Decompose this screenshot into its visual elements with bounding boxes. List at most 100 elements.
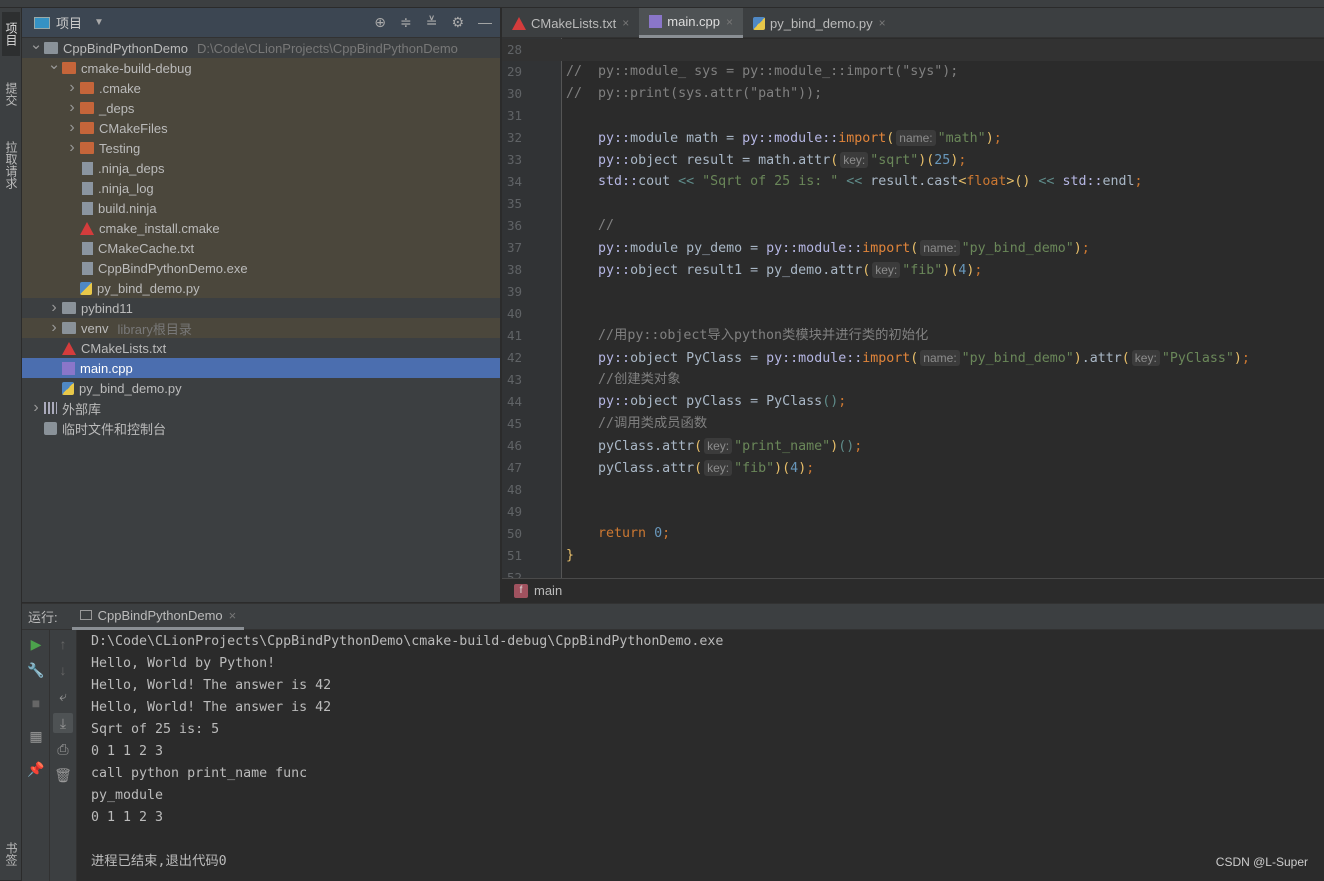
tree-item[interactable]: .ninja_deps (22, 158, 500, 178)
tree-item[interactable]: CMakeCache.txt (22, 238, 500, 258)
chevron-down-icon[interactable]: ⌄ (46, 55, 62, 73)
code-token: "fib" (734, 461, 775, 476)
code-text: py::object PyClass = py::module::import(… (566, 347, 1250, 370)
console-output[interactable]: D:\Code\CLionProjects\CppBindPythonDemo\… (91, 631, 723, 873)
chevron-right-icon[interactable]: › (46, 299, 62, 317)
console-line: Hello, World! The answer is 42 (91, 700, 332, 715)
tree-item[interactable]: › venv library根目录 (22, 318, 500, 338)
tree-item[interactable]: › .cmake (22, 78, 500, 98)
editor-tab[interactable]: CMakeLists.txt × (502, 8, 639, 38)
code-token: //创建类对象 (598, 372, 681, 387)
locate-icon[interactable]: ⊕ (374, 14, 386, 31)
code-token: << (678, 174, 695, 189)
rerun-icon[interactable]: ▶ (26, 634, 46, 654)
minimize-icon[interactable]: — (478, 14, 492, 31)
run-tab[interactable]: CppBindPythonDemo × (71, 604, 245, 630)
editor-tab[interactable]: main.cpp × (639, 8, 744, 38)
tree-item[interactable]: py_bind_demo.py (22, 278, 500, 298)
tree-item[interactable]: ⌄ cmake-build-debug (22, 55, 500, 78)
parameter-hint: key: (704, 460, 733, 476)
code-line: 40 (502, 303, 1324, 325)
line-number: 48 (506, 482, 522, 497)
trash-icon[interactable]: 🗑 (53, 765, 73, 785)
code-token: ) (1073, 241, 1082, 256)
code-token: object result = math.attr (630, 153, 831, 168)
tree-item[interactable]: ⌄ CppBindPythonDemo D:\Code\CLionProjects\… (22, 35, 500, 58)
tool-window-commit[interactable]: 提交 (2, 74, 20, 114)
scroll-to-end-icon[interactable]: ⤓ (53, 713, 73, 733)
tool-window-pull-requests[interactable]: 拉取请求 (2, 134, 20, 196)
chevron-right-icon[interactable]: › (28, 399, 44, 417)
chevron-right-icon[interactable]: › (46, 319, 62, 337)
tree-item-label: build.ninja (98, 200, 157, 216)
chevron-right-icon[interactable]: › (64, 99, 80, 117)
close-icon[interactable]: × (229, 608, 237, 623)
tree-item[interactable]: › _deps (22, 98, 500, 118)
line-number: 42 (506, 350, 522, 365)
code-editor[interactable]: 28 29 // py::module_ sys = py::module_::im… (502, 38, 1324, 578)
code-token: 25 (934, 153, 951, 168)
code-line: 34 std::cout << "Sqrt of 25 is: " << res… (502, 171, 1324, 193)
pin-icon[interactable]: 📌 (26, 759, 46, 779)
chevron-right-icon[interactable]: › (64, 79, 80, 97)
tree-item[interactable]: 临时文件和控制台 (22, 418, 500, 438)
layout-icon[interactable]: ▦ (26, 726, 46, 746)
arrow-down-icon[interactable]: ↓ (53, 660, 73, 680)
expand-all-icon[interactable]: ≑ (400, 14, 412, 31)
project-view-selector[interactable]: 项目 (56, 13, 82, 32)
tree-item[interactable]: › CMakeFiles (22, 118, 500, 138)
line-number: 37 (506, 240, 522, 255)
print-icon[interactable]: ⎙ (53, 739, 73, 759)
line-number: 31 (506, 108, 522, 123)
code-token: //用py::object导入python类模块并进行类的初始化 (598, 328, 929, 343)
collapse-all-icon[interactable]: ≚ (426, 14, 438, 31)
close-icon[interactable]: × (726, 15, 733, 29)
tree-item-label: cmake_install.cmake (99, 220, 220, 236)
chevron-right-icon[interactable]: › (64, 139, 80, 157)
close-icon[interactable]: × (879, 16, 886, 30)
tree-item[interactable]: › pybind11 (22, 298, 500, 318)
gear-icon[interactable]: ⚙ (451, 14, 464, 31)
code-token: py::module:: (742, 131, 839, 146)
wrench-icon[interactable]: 🔧 (26, 660, 46, 680)
console-toolbar: ↑ ↓ ⤶ ⤓ ⎙ 🗑 (50, 630, 77, 881)
code-token: )( (942, 263, 959, 278)
cpp-icon (649, 15, 663, 28)
tree-item[interactable]: › Testing (22, 138, 500, 158)
code-token: object result1 = py_demo.attr (630, 263, 863, 278)
chevron-down-icon[interactable]: ▼ (94, 17, 104, 28)
stop-icon[interactable]: ■ (26, 693, 46, 713)
close-icon[interactable]: × (622, 16, 629, 30)
tree-item[interactable]: build.ninja (22, 198, 500, 218)
arrow-up-icon[interactable]: ↑ (53, 634, 73, 654)
chevron-right-icon[interactable]: › (64, 119, 80, 137)
run-panel-header: 运行: CppBindPythonDemo × (22, 604, 1324, 630)
editor-breadcrumb[interactable]: f main (502, 578, 1324, 602)
tree-item[interactable]: CMakeLists.txt (22, 338, 500, 358)
tool-window-project[interactable]: 项目 (2, 12, 20, 56)
code-line: 52 (502, 567, 1324, 578)
parameter-hint: name: (920, 240, 960, 256)
code-token: ( (910, 351, 919, 366)
tree-item[interactable]: › 外部库 (22, 398, 500, 418)
tool-window-bookmarks[interactable]: 书签 (2, 834, 20, 874)
breadcrumb-function[interactable]: main (534, 583, 562, 598)
code-text: py::module py_demo = py::module::import(… (566, 237, 1090, 260)
code-token: << (846, 174, 863, 189)
chevron-down-icon[interactable]: ⌄ (28, 35, 44, 53)
line-number: 35 (506, 196, 522, 211)
parameter-hint: key: (872, 262, 901, 278)
tree-item[interactable]: .ninja_log (22, 178, 500, 198)
cmake-icon (62, 341, 76, 355)
tree-item[interactable]: CppBindPythonDemo.exe (22, 258, 500, 278)
soft-wrap-icon[interactable]: ⤶ (53, 686, 73, 706)
tree-item[interactable]: cmake_install.cmake (22, 218, 500, 238)
editor-tab[interactable]: py_bind_demo.py × (743, 8, 896, 38)
tree-item[interactable]: py_bind_demo.py (22, 378, 500, 398)
tree-item-label: CMakeFiles (99, 120, 168, 136)
watermark: CSDN @L-Super (1215, 855, 1308, 869)
tree-item[interactable]: main.cpp (22, 358, 500, 378)
